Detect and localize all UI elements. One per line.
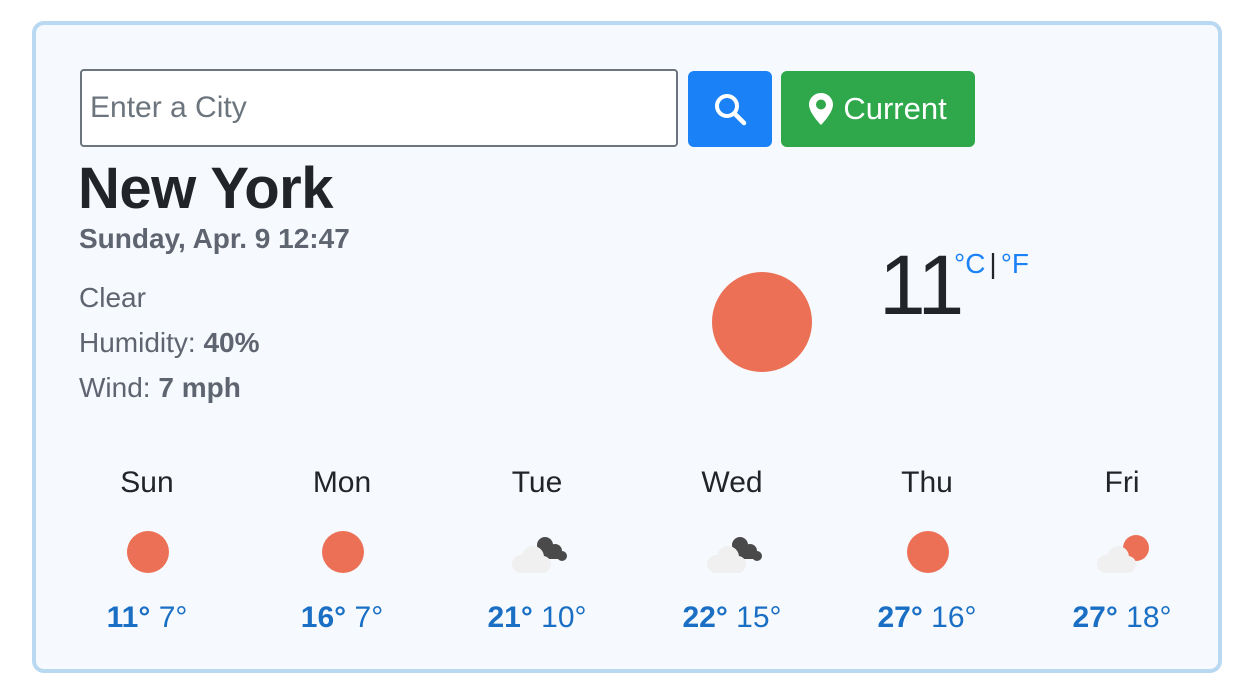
forecast-low: 7° <box>354 601 384 634</box>
humidity-value: 40% <box>203 327 260 358</box>
weather-details: Clear Humidity: 40% Wind: 7 mph <box>79 280 260 415</box>
humidity-row: Humidity: 40% <box>79 325 260 370</box>
unit-toggle: °C | °F <box>954 248 1029 280</box>
forecast-day: Wed 22° 15° <box>635 463 829 635</box>
clouds-icon <box>707 537 762 573</box>
forecast-high: 22° <box>682 601 728 634</box>
wind-row: Wind: 7 mph <box>79 370 260 415</box>
forecast-day-name: Sun <box>120 466 174 499</box>
forecast-high: 21° <box>487 601 533 634</box>
city-name: New York <box>78 156 333 221</box>
forecast-day-name: Fri <box>1104 466 1140 499</box>
forecast-high: 16° <box>300 601 347 634</box>
unit-separator: | <box>989 248 997 279</box>
sun-icon <box>907 531 949 573</box>
weather-card: Current New York Sunday, Apr. 9 12:47 Cl… <box>32 21 1222 673</box>
forecast-day-name: Thu <box>901 466 953 499</box>
humidity-label: Humidity: <box>79 327 204 358</box>
wind-label: Wind: <box>79 372 159 403</box>
forecast-low: 15° <box>736 601 782 634</box>
forecast-day-name: Tue <box>511 466 563 499</box>
partly-cloudy-icon <box>1097 535 1149 573</box>
forecast-day: Tue 21° 10° <box>440 463 634 635</box>
forecast-high: 27° <box>877 601 923 634</box>
fahrenheit-link[interactable]: °F <box>1001 248 1029 279</box>
forecast-low: 10° <box>541 601 587 634</box>
date-time: Sunday, Apr. 9 12:47 <box>79 223 350 254</box>
wind-value: 7 mph <box>158 372 241 403</box>
forecast-low: 7° <box>158 601 188 634</box>
forecast: Sun 11° 7° Mon 16° 7° Tue 21° 10° Wed 22… <box>50 463 1220 643</box>
forecast-day-name: Wed <box>701 466 763 499</box>
forecast-day: Thu 27° 16° <box>830 463 1024 635</box>
search-icon <box>715 94 747 126</box>
forecast-day: Fri 27° 18° <box>1025 463 1219 635</box>
current-button-label: Current <box>843 91 947 126</box>
clouds-icon <box>512 537 567 573</box>
sun-icon <box>127 531 169 573</box>
condition-text: Clear <box>79 282 146 313</box>
celsius-link[interactable]: °C <box>954 248 985 279</box>
forecast-low: 16° <box>931 601 977 634</box>
forecast-day: Sun 11° 7° <box>50 463 244 635</box>
current-location-button[interactable]: Current <box>781 71 975 147</box>
sun-icon <box>712 272 812 372</box>
forecast-high: 11° <box>106 601 151 634</box>
sun-icon <box>322 531 364 573</box>
search-button[interactable] <box>688 71 772 147</box>
current-temperature: 11 <box>879 238 964 332</box>
forecast-high: 27° <box>1072 601 1118 634</box>
forecast-day: Mon 16° 7° <box>245 463 439 635</box>
map-marker-icon <box>809 93 834 125</box>
city-search-input[interactable] <box>80 69 678 147</box>
forecast-low: 18° <box>1126 601 1172 634</box>
forecast-day-name: Mon <box>312 466 372 499</box>
